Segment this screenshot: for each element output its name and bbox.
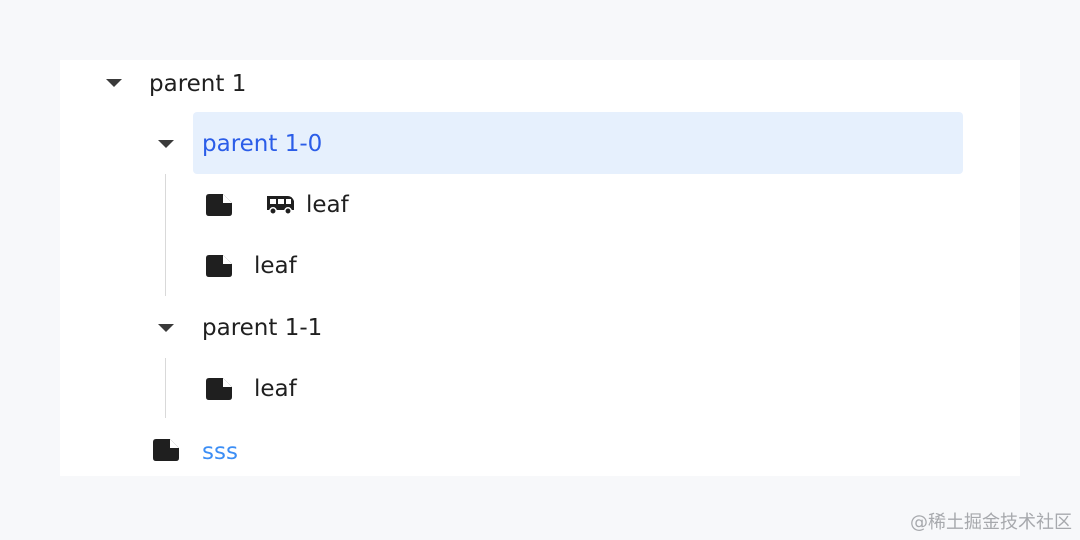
file-icon	[153, 439, 179, 461]
file-icon	[206, 255, 232, 277]
tree-node-label: leaf	[254, 375, 297, 402]
collapse-caret-icon[interactable]	[106, 79, 122, 87]
watermark: @稀土掘金技术社区	[910, 512, 1072, 533]
tree-node-parent-1[interactable]: parent 1	[149, 54, 246, 114]
file-icon	[206, 378, 232, 400]
tree-node-label: parent 1	[149, 70, 247, 97]
collapse-caret-icon[interactable]	[158, 324, 174, 332]
bus-icon	[267, 196, 294, 215]
tree-node-leaf[interactable]: leaf	[254, 359, 297, 419]
tree-node-parent-1-0[interactable]: parent 1-0	[202, 114, 322, 174]
tree-node-label: leaf	[306, 191, 349, 218]
tree-indent-guide	[165, 358, 166, 418]
tree-panel: parent 1 parent 1-0 leaf leaf parent 1-1	[60, 60, 1020, 476]
tree-node-leaf[interactable]: leaf	[306, 175, 349, 235]
tree-node-label: parent 1-1	[202, 314, 323, 341]
tree-node-leaf[interactable]: leaf	[254, 236, 297, 296]
tree-node-parent-1-1[interactable]: parent 1-1	[202, 298, 322, 358]
tree-node-label: sss	[202, 438, 238, 465]
collapse-caret-icon[interactable]	[158, 140, 174, 148]
tree-indent-guide	[165, 174, 166, 296]
tree-node-sss[interactable]: sss	[202, 422, 238, 482]
file-icon	[206, 194, 232, 216]
tree-node-label: leaf	[254, 252, 297, 279]
tree-node-label: parent 1-0	[202, 130, 323, 157]
